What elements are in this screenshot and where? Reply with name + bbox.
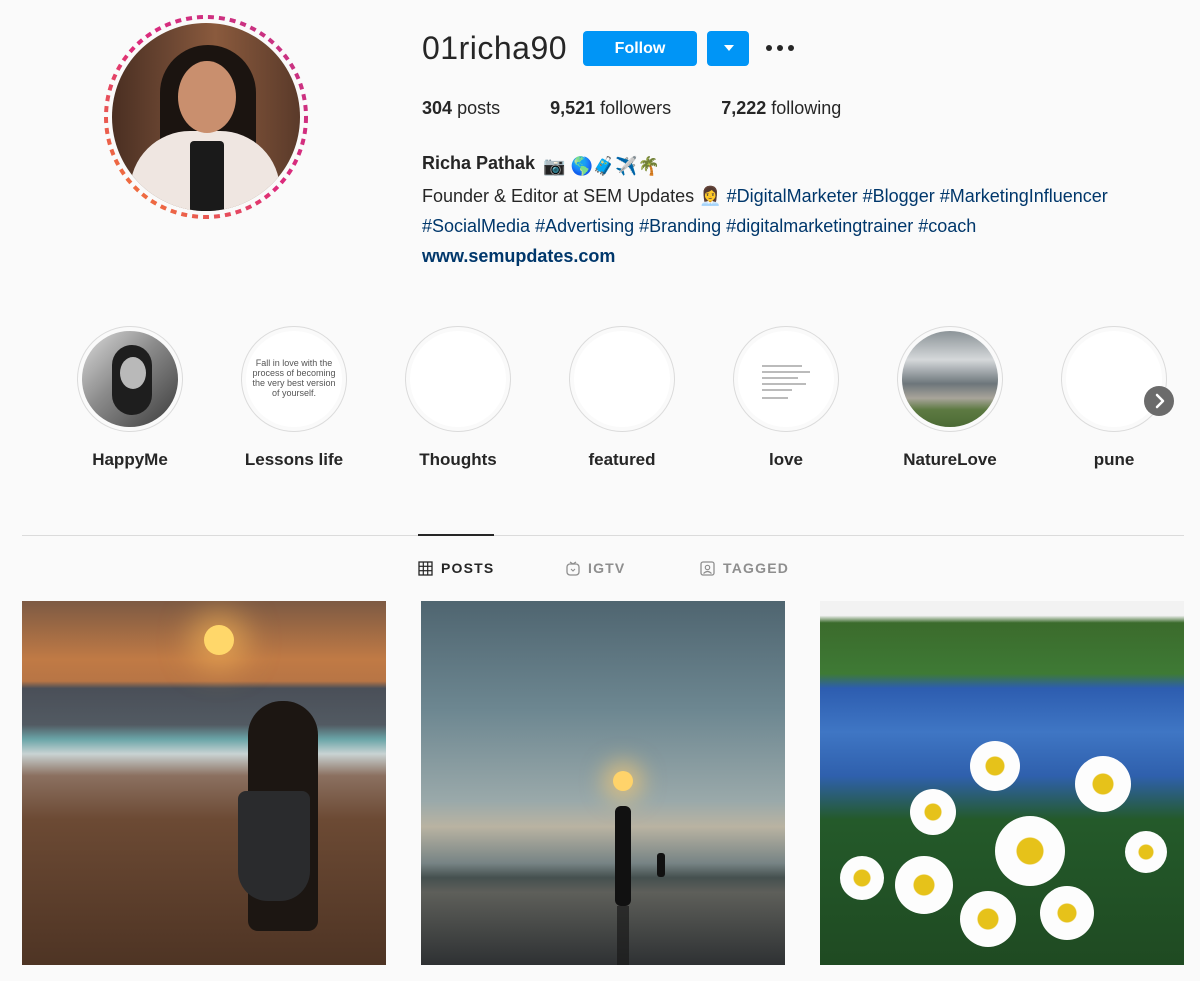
followers-link[interactable]: 9,521 followers <box>550 98 671 119</box>
tab-posts[interactable]: POSTS <box>418 560 494 576</box>
bio-emoji: 👩‍💼 <box>699 186 722 206</box>
highlight-label: pune <box>1093 450 1135 469</box>
highlight-thoughts[interactable]: Thoughts <box>398 326 518 470</box>
highlight-label: NatureLove <box>903 450 997 469</box>
name-emojis: 📷 🌎🧳✈️🌴 <box>543 156 661 176</box>
hashtag-links[interactable]: #DigitalMarketer #Blogger #MarketingInfl… <box>727 186 1108 206</box>
chevron-down-icon <box>724 45 734 51</box>
active-tab-indicator <box>418 534 494 536</box>
highlight-label: love <box>768 450 804 469</box>
highlight-label: HappyMe <box>92 450 168 469</box>
website-link[interactable]: www.semupdates.com <box>422 246 615 266</box>
bio-text: Founder & Editor at SEM Updates <box>422 186 695 206</box>
profile-bio: Richa Pathak 📷 🌎🧳✈️🌴 Founder & Editor at… <box>422 148 1192 271</box>
post-thumbnail[interactable] <box>820 601 1184 965</box>
tab-igtv[interactable]: IGTV <box>566 560 625 576</box>
highlight-naturelove[interactable]: NatureLove <box>890 326 1010 470</box>
igtv-icon <box>566 561 580 576</box>
following-link[interactable]: 7,222 following <box>721 98 841 119</box>
tagged-icon <box>700 560 715 576</box>
highlight-lessons-life[interactable]: Fall in love with the process of becomin… <box>234 326 354 470</box>
highlights-next-button[interactable] <box>1144 386 1174 416</box>
post-thumbnail[interactable] <box>421 601 785 965</box>
highlight-love[interactable]: love <box>726 326 846 470</box>
profile-full-name: Richa Pathak <box>422 153 536 173</box>
avatar <box>112 23 300 211</box>
highlight-quote: Fall in love with the process of becomin… <box>252 358 336 398</box>
dot-icon <box>766 45 772 51</box>
highlight-cover <box>405 326 511 432</box>
highlight-cover <box>733 326 839 432</box>
highlight-cover <box>1061 326 1167 432</box>
highlight-featured[interactable]: featured <box>562 326 682 470</box>
follow-button[interactable]: Follow <box>583 31 697 66</box>
profile-username: 01richa90 <box>422 30 568 66</box>
profile-avatar-container[interactable] <box>103 12 313 222</box>
suggested-dropdown-button[interactable] <box>707 31 749 66</box>
highlight-label: Lessons life <box>244 450 344 469</box>
tabs-divider <box>22 535 1184 536</box>
dot-icon <box>777 45 783 51</box>
chevron-right-icon <box>1155 393 1165 409</box>
post-thumbnail[interactable] <box>22 601 386 965</box>
more-options-button[interactable] <box>762 34 798 62</box>
posts-count: 304 posts <box>422 98 501 118</box>
highlight-cover <box>569 326 675 432</box>
highlight-cover <box>897 326 1003 432</box>
highlight-cover: Fall in love with the process of becomin… <box>241 326 347 432</box>
hashtag-links[interactable]: #SocialMedia #Advertising #Branding #dig… <box>422 216 976 236</box>
profile-stats: 304 posts 9,521 followers 7,222 followin… <box>422 98 891 119</box>
highlight-label: featured <box>588 450 656 469</box>
highlight-cover <box>77 326 183 432</box>
highlight-happyme[interactable]: HappyMe <box>70 326 190 470</box>
tab-tagged[interactable]: TAGGED <box>700 560 789 576</box>
highlight-label: Thoughts <box>419 450 497 469</box>
dot-icon <box>788 45 794 51</box>
grid-icon <box>418 560 433 576</box>
